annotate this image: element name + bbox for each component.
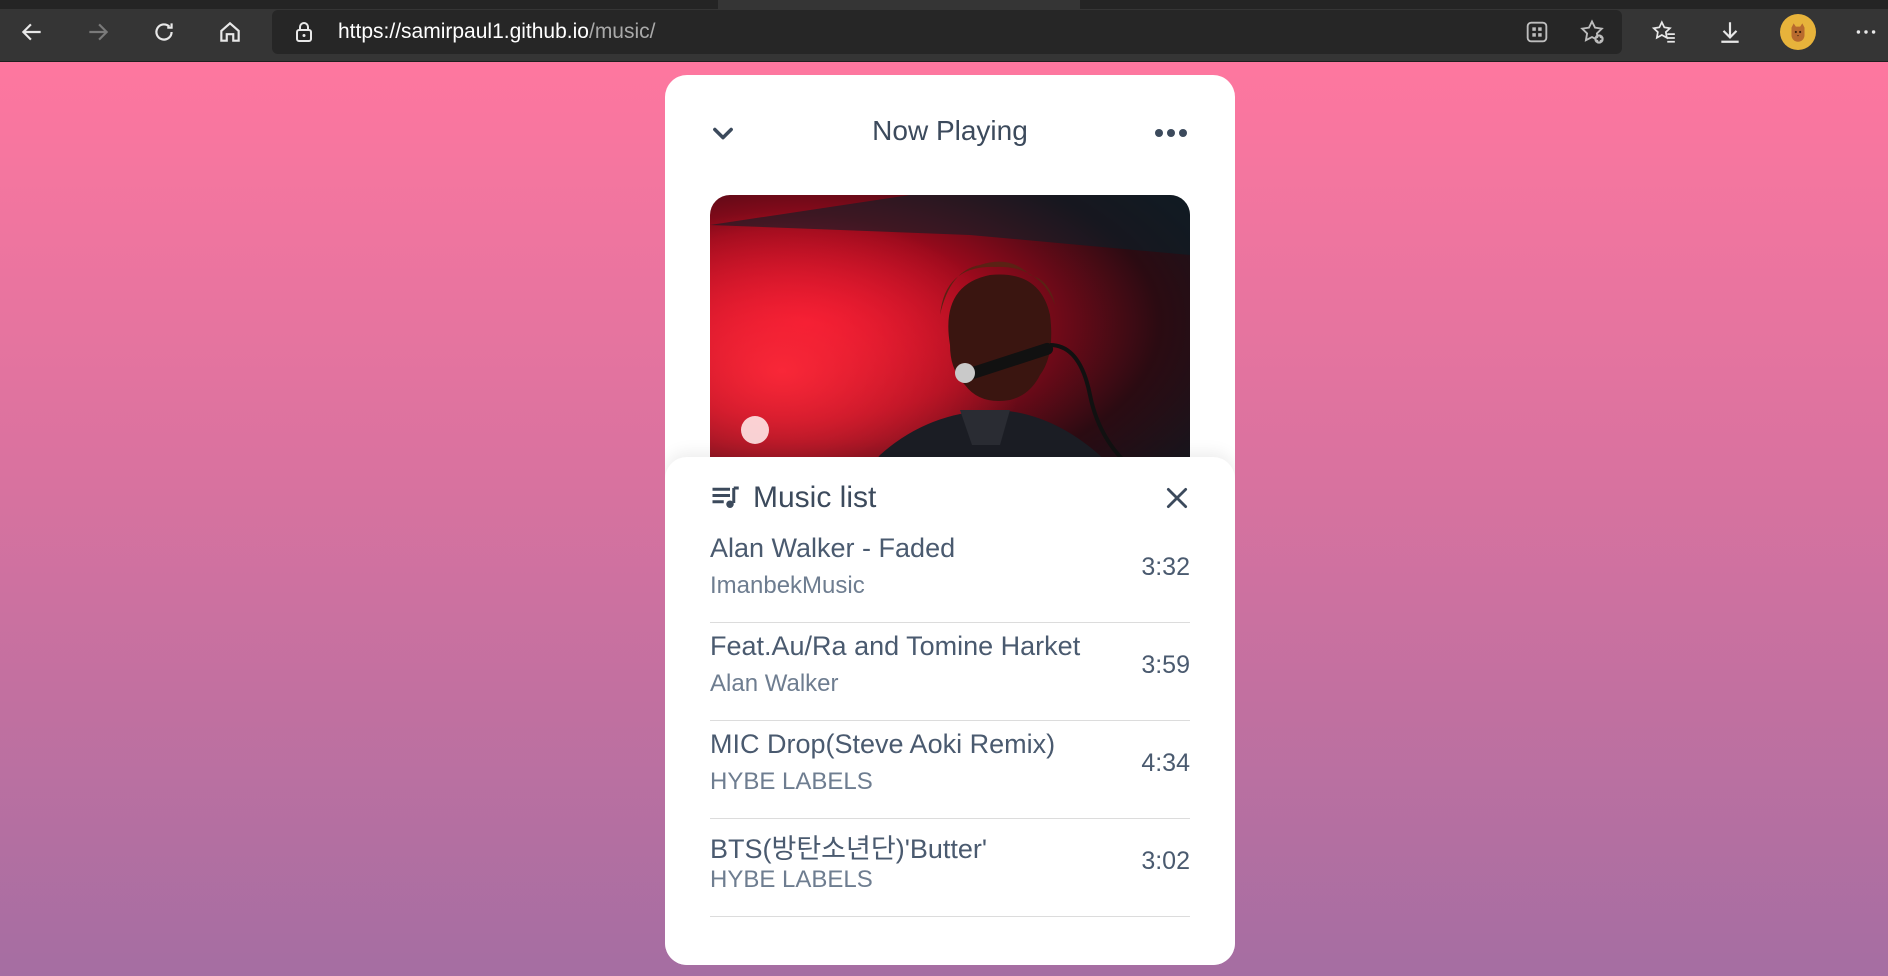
song-duration: 3:59 (1141, 651, 1190, 679)
music-list-title: Music list (753, 481, 877, 514)
favorites-icon[interactable] (1646, 14, 1682, 50)
queue-music-icon (712, 486, 739, 508)
song-artist: Alan Walker (710, 670, 839, 697)
address-bar[interactable]: https://samirpaul1.github.io/music/ (272, 10, 1622, 54)
song-title: Feat.Au/Ra and Tomine Harket (710, 631, 1081, 661)
browser-toolbar: https://samirpaul1.github.io/music/ (0, 0, 1888, 62)
song-duration: 3:32 (1141, 553, 1190, 581)
forward-arrow-icon[interactable] (80, 14, 116, 50)
player-header: Now Playing (665, 75, 1235, 175)
song-artist: HYBE LABELS (710, 768, 873, 795)
active-tab[interactable] (718, 0, 1080, 9)
song-artist: HYBE LABELS (710, 866, 873, 893)
lock-icon[interactable] (292, 20, 316, 44)
song-duration: 4:34 (1141, 749, 1190, 777)
more-horizontal-icon[interactable] (1151, 119, 1191, 147)
song-duration: 3:02 (1141, 847, 1190, 875)
music-list-header: Music list (710, 477, 1190, 517)
url-host: https://samirpaul1.github.io (338, 20, 589, 43)
url-text[interactable]: https://samirpaul1.github.io/music/ (338, 20, 656, 44)
page-background: Now Playing Music list Alan Walker - Fad… (0, 62, 1888, 976)
url-path: /music/ (588, 20, 656, 43)
music-list-panel: Music list Alan Walker - Faded ImanbekMu… (665, 457, 1235, 965)
more-options-icon[interactable] (1848, 14, 1884, 50)
download-icon[interactable] (1712, 14, 1748, 50)
music-player-card: Now Playing Music list Alan Walker - Fad… (665, 75, 1235, 965)
song-title: MIC Drop(Steve Aoki Remix) (710, 729, 1056, 759)
now-playing-title: Now Playing (872, 115, 1028, 146)
song-artist: ImanbekMusic (710, 572, 865, 599)
song-list-item[interactable]: Alan Walker - Faded ImanbekMusic 3:32 (710, 525, 1190, 623)
song-title: Alan Walker - Faded (710, 533, 956, 563)
add-favorite-icon[interactable] (1578, 18, 1606, 46)
close-icon[interactable] (1164, 485, 1190, 511)
song-title: BTS(방탄소년단)'Butter' (710, 834, 988, 864)
back-arrow-icon[interactable] (14, 14, 50, 50)
profile-avatar[interactable] (1780, 14, 1816, 50)
tab-strip (0, 0, 1888, 9)
refresh-icon[interactable] (146, 14, 182, 50)
home-icon[interactable] (212, 14, 248, 50)
apps-icon[interactable] (1523, 18, 1551, 46)
song-list-item[interactable]: Feat.Au/Ra and Tomine Harket Alan Walker… (710, 623, 1190, 721)
song-list-item[interactable]: MIC Drop(Steve Aoki Remix) HYBE LABELS 4… (710, 721, 1190, 819)
song-list-item[interactable]: BTS(방탄소년단)'Butter' HYBE LABELS 3:02 (710, 819, 1190, 917)
